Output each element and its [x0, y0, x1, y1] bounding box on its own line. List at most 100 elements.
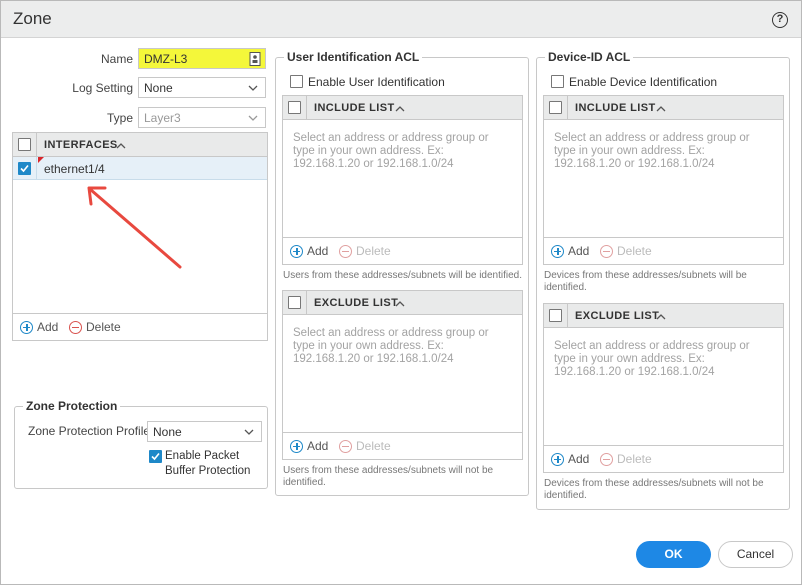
packet-buffer-label-line1: Enable Packet [165, 450, 240, 462]
sort-caret-up-icon[interactable] [395, 299, 405, 307]
log-setting-label: Log Setting [72, 81, 133, 95]
user-include-add-button[interactable]: Add [290, 244, 328, 258]
user-include-note: Users from these addresses/subnets will … [283, 270, 523, 281]
interfaces-add-button[interactable]: Add [20, 320, 58, 334]
enable-device-id-label: Enable Device Identification [569, 75, 718, 89]
add-circle-icon [20, 320, 33, 334]
sort-caret-up-icon[interactable] [395, 104, 405, 112]
user-include-header-label[interactable]: INCLUDE LIST [314, 102, 395, 114]
device-exclude-footer: Add Delete [544, 445, 783, 472]
delete-circle-icon [69, 320, 82, 334]
packet-buffer-label-line2: Buffer Protection [165, 465, 251, 477]
add-circle-icon [290, 244, 303, 258]
user-id-acl-group: User Identification ACL Enable User Iden… [275, 50, 529, 496]
user-exclude-add-button[interactable]: Add [290, 439, 328, 453]
user-exclude-panel: EXCLUDE LIST Select an address or addres… [282, 290, 523, 460]
red-arrow-icon [87, 186, 182, 269]
select-all-cell [13, 133, 37, 156]
interfaces-header: INTERFACES [13, 133, 267, 157]
chevron-down-icon [248, 115, 258, 121]
name-label: Name [100, 52, 133, 66]
user-exclude-select-all-cell [283, 291, 307, 314]
enable-device-id-checkbox[interactable] [551, 75, 564, 88]
delete-label: Delete [356, 244, 391, 258]
device-include-select-all-checkbox[interactable] [549, 101, 562, 114]
device-exclude-add-button[interactable]: Add [551, 452, 589, 466]
user-include-panel: INCLUDE LIST Select an address or addres… [282, 95, 523, 265]
ok-button[interactable]: OK [636, 541, 711, 568]
delete-label: Delete [356, 439, 391, 453]
device-include-select-all-cell [544, 96, 568, 119]
delete-circle-icon [600, 452, 613, 466]
add-circle-icon [290, 439, 303, 453]
user-include-select-all-checkbox[interactable] [288, 101, 301, 114]
delete-circle-icon [600, 244, 613, 258]
user-exclude-select-all-checkbox[interactable] [288, 296, 301, 309]
interfaces-header-label[interactable]: INTERFACES [44, 139, 118, 151]
add-label: Add [568, 452, 590, 466]
delete-label: Delete [617, 244, 652, 258]
interface-row[interactable]: ethernet1/4 [13, 157, 267, 180]
user-include-footer: Add Delete [283, 237, 522, 264]
dialog-title: Zone [13, 9, 52, 28]
interface-name: ethernet1/4 [44, 162, 105, 176]
zone-protection-profile-select[interactable]: None [147, 421, 262, 442]
delete-circle-icon [339, 244, 352, 258]
select-all-checkbox[interactable] [18, 138, 31, 151]
add-label: Add [307, 439, 329, 453]
device-exclude-note: Devices from these addresses/subnets wil… [544, 478, 764, 501]
device-id-acl-legend: Device-ID ACL [545, 50, 634, 64]
user-id-acl-legend: User Identification ACL [284, 50, 423, 64]
add-circle-icon [551, 244, 564, 258]
zone-protection-group: Zone Protection Zone Protection Profile … [14, 399, 268, 489]
name-field[interactable]: DMZ-L3 [138, 48, 266, 69]
user-exclude-note: Users from these addresses/subnets will … [283, 465, 494, 488]
zone-protection-profile-label: Zone Protection Profile [28, 424, 151, 438]
add-label: Add [307, 244, 329, 258]
add-circle-icon [551, 452, 564, 466]
device-exclude-header: EXCLUDE LIST [544, 304, 783, 328]
sort-caret-up-icon[interactable] [656, 312, 666, 320]
zone-protection-legend: Zone Protection [23, 399, 121, 413]
sort-caret-up-icon[interactable] [116, 141, 126, 149]
dialog-titlebar: Zone ? [1, 1, 801, 38]
user-include-placeholder[interactable]: Select an address or address group or ty… [293, 132, 512, 171]
device-exclude-header-label[interactable]: EXCLUDE LIST [575, 310, 659, 322]
enable-user-id-checkbox[interactable] [290, 75, 303, 88]
device-exclude-panel: EXCLUDE LIST Select an address or addres… [543, 303, 784, 473]
packet-buffer-label: Enable Packet Buffer Protection [165, 449, 250, 479]
log-setting-select[interactable]: None [138, 77, 266, 98]
packet-buffer-checkbox[interactable] [149, 450, 162, 463]
device-include-header: INCLUDE LIST [544, 96, 783, 120]
delete-label: Delete [617, 452, 652, 466]
device-exclude-select-all-checkbox[interactable] [549, 309, 562, 322]
name-value: DMZ-L3 [144, 52, 188, 66]
chevron-down-icon [244, 429, 254, 435]
checkmark-icon [151, 452, 160, 461]
device-include-placeholder[interactable]: Select an address or address group or ty… [554, 132, 773, 171]
device-include-note: Devices from these addresses/subnets wil… [544, 270, 747, 293]
enable-user-id-label: Enable User Identification [308, 75, 445, 89]
type-label: Type [106, 111, 133, 125]
sort-caret-up-icon[interactable] [656, 104, 666, 112]
cancel-button[interactable]: Cancel [718, 541, 793, 568]
chevron-down-icon [248, 85, 258, 91]
device-id-acl-group: Device-ID ACL Enable Device Identificati… [536, 50, 790, 510]
device-exclude-delete-button: Delete [600, 452, 652, 466]
device-include-add-button[interactable]: Add [551, 244, 589, 258]
row-checkbox-cell [13, 157, 37, 180]
device-include-footer: Add Delete [544, 237, 783, 264]
user-exclude-placeholder[interactable]: Select an address or address group or ty… [293, 327, 512, 366]
interface-row-checkbox[interactable] [18, 162, 31, 175]
device-include-header-label[interactable]: INCLUDE LIST [575, 102, 656, 114]
type-select: Layer3 [138, 107, 266, 128]
device-include-delete-button: Delete [600, 244, 652, 258]
help-icon[interactable]: ? [772, 12, 788, 28]
address-book-icon[interactable] [249, 52, 261, 66]
interfaces-delete-button[interactable]: Delete [69, 320, 121, 334]
user-exclude-header-label[interactable]: EXCLUDE LIST [314, 297, 398, 309]
device-exclude-placeholder[interactable]: Select an address or address group or ty… [554, 340, 773, 379]
type-value: Layer3 [144, 111, 181, 125]
user-include-delete-button: Delete [339, 244, 391, 258]
user-exclude-delete-button: Delete [339, 439, 391, 453]
